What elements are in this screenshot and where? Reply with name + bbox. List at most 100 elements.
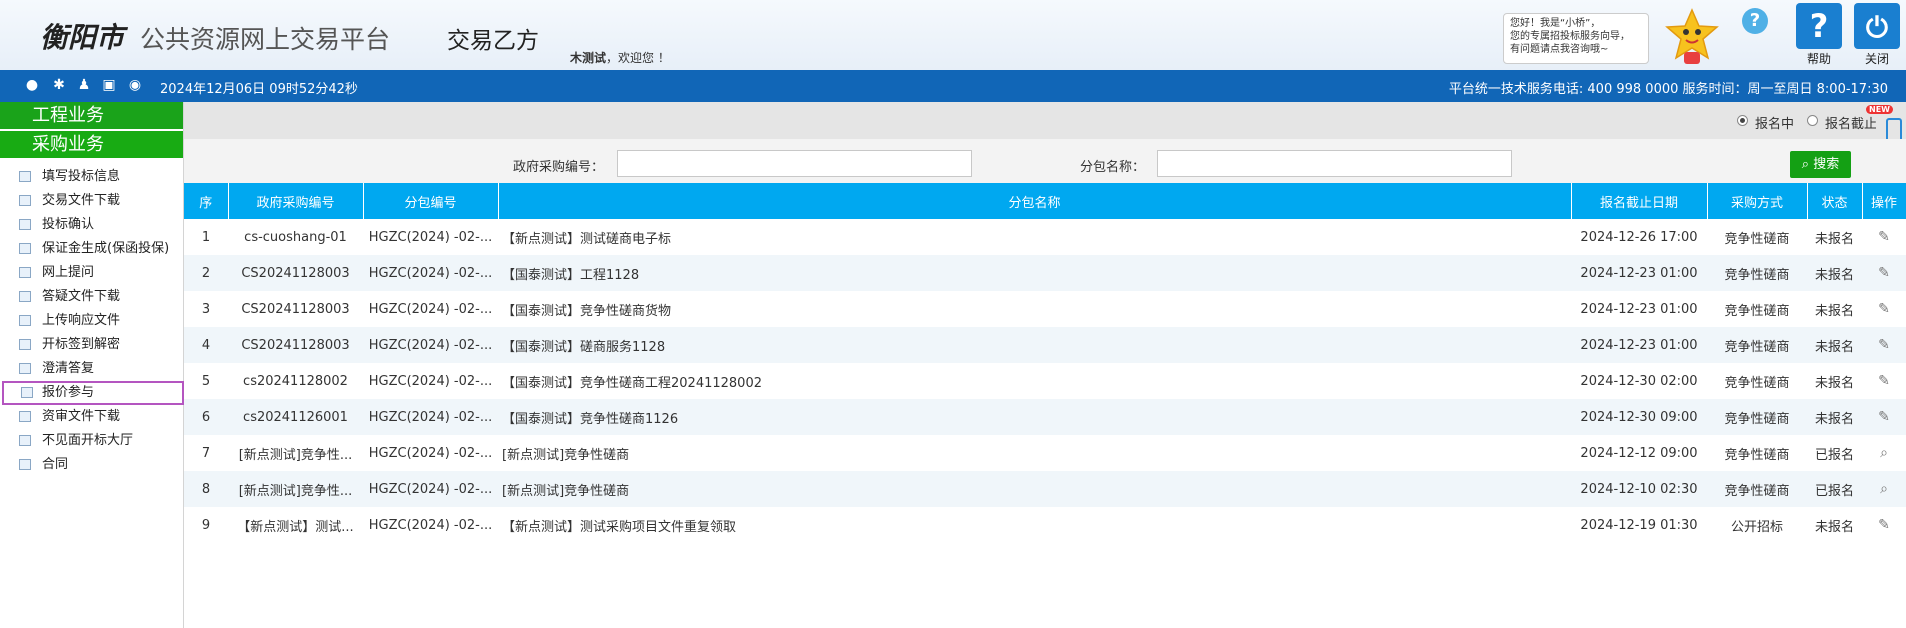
edit-icon[interactable]: ✎ bbox=[1878, 337, 1890, 353]
document-icon bbox=[19, 171, 31, 182]
sidebar-item[interactable]: 保证金生成(保函投保) bbox=[0, 237, 183, 261]
cell-op: ✎ bbox=[1862, 507, 1906, 543]
cell-pkg: HGZC(2024) -02-... bbox=[368, 229, 493, 245]
table-row: 8 [新点测试]竞争性... HGZC(2024) -02-... [新点测试]竞争性… bbox=[184, 471, 1906, 507]
support-icon[interactable]: ◉ bbox=[127, 77, 143, 93]
radio-registering-label[interactable]: 报名中 bbox=[1755, 113, 1794, 132]
mascot-icon[interactable] bbox=[1662, 8, 1722, 66]
edit-icon[interactable]: ✎ bbox=[1878, 265, 1890, 281]
table-row: 3 CS20241128003 HGZC(2024) -02-... 【国泰测试】竞争… bbox=[184, 291, 1906, 327]
cell-code: [新点测试]竞争性... bbox=[238, 447, 353, 463]
search-icon: ⌕ bbox=[1801, 157, 1814, 172]
sidebar-item[interactable]: 资审文件下载 bbox=[0, 405, 183, 429]
cell-no: 8 bbox=[184, 471, 228, 507]
sidebar-item[interactable]: 填写投标信息 bbox=[0, 165, 183, 189]
datetime: 2024年12月06日 09时52分42秒 bbox=[160, 82, 358, 97]
sidebar-item-active[interactable]: 报价参与 bbox=[2, 381, 184, 405]
column-header: 分包名称 bbox=[498, 183, 1572, 219]
cell-status: 未报名 bbox=[1814, 231, 1854, 247]
document-icon bbox=[19, 411, 31, 422]
cell-pkg: HGZC(2024) -02-... bbox=[363, 399, 498, 435]
gift-icon[interactable]: ▣ bbox=[101, 77, 117, 93]
edit-icon[interactable]: ✎ bbox=[1878, 373, 1890, 389]
sidebar-item[interactable]: 上传响应文件 bbox=[0, 309, 183, 333]
question-bubble-icon[interactable]: ? bbox=[1742, 8, 1768, 34]
table-row: 9 【新点测试】测试... HGZC(2024) -02-... 【新点测试】测试采购… bbox=[184, 507, 1906, 543]
chat-icon[interactable]: ● bbox=[24, 77, 40, 93]
document-icon bbox=[19, 291, 31, 302]
help-button[interactable]: ? bbox=[1796, 3, 1842, 49]
edit-icon[interactable]: ✎ bbox=[1878, 229, 1890, 245]
party-title: 交易乙方 bbox=[447, 28, 539, 54]
radio-registering[interactable] bbox=[1737, 115, 1748, 126]
service-info: 平台统一技术服务电话: 400 998 0000 服务时间：周一至周日 8:00… bbox=[1448, 82, 1888, 97]
search-icon[interactable]: ⌕ bbox=[1880, 481, 1888, 497]
cell-code: CS20241128003 bbox=[241, 301, 350, 317]
cell-deadline: 2024-12-19 01:30 bbox=[1580, 517, 1698, 533]
sidebar-item-label: 资审文件下载 bbox=[42, 409, 121, 424]
table-row: 6 cs20241126001 HGZC(2024) -02-... 【国泰测试】竞争… bbox=[184, 399, 1906, 435]
cell-code: cs-cuoshang-01 bbox=[244, 229, 347, 245]
sidebar-item[interactable]: 网上提问 bbox=[0, 261, 183, 285]
help-label: 帮助 bbox=[1806, 52, 1831, 66]
category-procurement[interactable]: 采购业务 bbox=[0, 131, 183, 158]
cell-deadline: 2024-12-23 01:00 bbox=[1571, 255, 1707, 291]
results-table: 序 政府采购编号 分包编号 分包名称 报名截止日期 采购方式 状态 操作 1 cs… bbox=[184, 183, 1906, 543]
cell-method: 竞争性磋商 bbox=[1707, 255, 1807, 291]
edit-icon[interactable]: ✎ bbox=[1878, 409, 1890, 425]
cell-status: 未报名 bbox=[1814, 375, 1854, 391]
cell-name: 【国泰测试】磋商服务1128 bbox=[498, 327, 1571, 363]
users-icon[interactable]: ♟ bbox=[76, 77, 92, 93]
search-button[interactable]: ⌕ 搜索 bbox=[1790, 151, 1851, 178]
cell-pkg: HGZC(2024) -02-... bbox=[368, 301, 493, 317]
cell-no: 7 bbox=[201, 445, 211, 461]
edit-icon[interactable]: ✎ bbox=[1878, 517, 1890, 533]
column-header: 序 bbox=[184, 183, 229, 219]
assistant-bubble[interactable]: 您好！我是“小桥”， 您的专属招投标服务向导， 有问题请点我咨询哦~ bbox=[1503, 13, 1649, 64]
cell-code: cs20241128002 bbox=[243, 373, 348, 389]
cell-method: 公开招标 bbox=[1730, 519, 1783, 535]
cell-op: ⌕ bbox=[1862, 435, 1906, 471]
sidebar-item-label: 网上提问 bbox=[42, 265, 95, 280]
cell-status: 未报名 bbox=[1807, 399, 1862, 435]
cell-deadline: 2024-12-10 02:30 bbox=[1571, 471, 1707, 507]
cell-deadline: 2024-12-30 02:00 bbox=[1580, 373, 1698, 389]
search-icon[interactable]: ⌕ bbox=[1880, 445, 1888, 461]
cell-pkg: HGZC(2024) -02-... bbox=[363, 255, 498, 291]
cell-pkg: HGZC(2024) -02-... bbox=[368, 517, 493, 533]
search-package-input[interactable] bbox=[1157, 150, 1512, 177]
sidebar-item-label: 澄清答复 bbox=[42, 361, 95, 376]
radio-closed[interactable] bbox=[1807, 115, 1818, 126]
sidebar-item[interactable]: 答疑文件下载 bbox=[0, 285, 183, 309]
column-header: 报名截止日期 bbox=[1571, 183, 1708, 219]
cell-status: 已报名 bbox=[1807, 471, 1862, 507]
document-icon bbox=[19, 363, 31, 374]
main-content: 报名中 报名截止 NEW 政府采购编号： 分包名称： ⌕ 搜索 序 政府采购编号… bbox=[184, 102, 1906, 628]
sidebar-item[interactable]: 不见面开标大厅 bbox=[0, 429, 183, 453]
sidebar-item[interactable]: 交易文件下载 bbox=[0, 189, 183, 213]
cell-deadline: 2024-12-12 09:00 bbox=[1580, 445, 1698, 461]
table-row: 1 cs-cuoshang-01 HGZC(2024) -02-... 【新点测试】测… bbox=[184, 219, 1906, 255]
radio-closed-label[interactable]: 报名截止 bbox=[1825, 113, 1876, 132]
close-button[interactable]: ⏻ bbox=[1854, 3, 1900, 49]
cell-deadline: 2024-12-23 01:00 bbox=[1571, 327, 1707, 363]
category-engineering[interactable]: 工程业务 bbox=[0, 102, 183, 129]
sidebar-item[interactable]: 开标签到解密 bbox=[0, 333, 183, 357]
cell-pkg: HGZC(2024) -02-... bbox=[368, 373, 493, 389]
cell-method: 竞争性磋商 bbox=[1707, 399, 1807, 435]
sidebar-item[interactable]: 澄清答复 bbox=[0, 357, 183, 381]
gear-icon[interactable]: ✱ bbox=[51, 77, 67, 93]
cell-pkg: HGZC(2024) -02-... bbox=[363, 327, 498, 363]
sidebar-item-label: 上传响应文件 bbox=[42, 313, 121, 328]
table-row: 7 [新点测试]竞争性... HGZC(2024) -02-... [新点测试]竞争性… bbox=[184, 435, 1906, 471]
search-code-input[interactable] bbox=[617, 150, 972, 177]
cell-code: CS20241128003 bbox=[228, 327, 363, 363]
cell-op: ✎ bbox=[1862, 291, 1906, 327]
cell-pkg: HGZC(2024) -02-... bbox=[363, 471, 498, 507]
bubble-line: 您的专属招投标服务向导， bbox=[1510, 31, 1630, 42]
sidebar-item[interactable]: 合同 bbox=[0, 453, 183, 477]
document-icon bbox=[19, 243, 31, 254]
sidebar-item[interactable]: 投标确认 bbox=[0, 213, 183, 237]
welcome-suffix: ，欢迎您 ！ bbox=[606, 51, 670, 65]
edit-icon[interactable]: ✎ bbox=[1878, 301, 1890, 317]
